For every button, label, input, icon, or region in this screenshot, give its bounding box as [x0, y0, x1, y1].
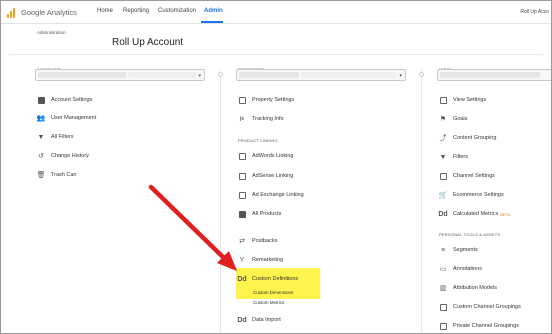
- red-arrow-annotation: [148, 184, 237, 271]
- admin-screen: Google Analytics Home Reporting Customiz…: [0, 0, 552, 334]
